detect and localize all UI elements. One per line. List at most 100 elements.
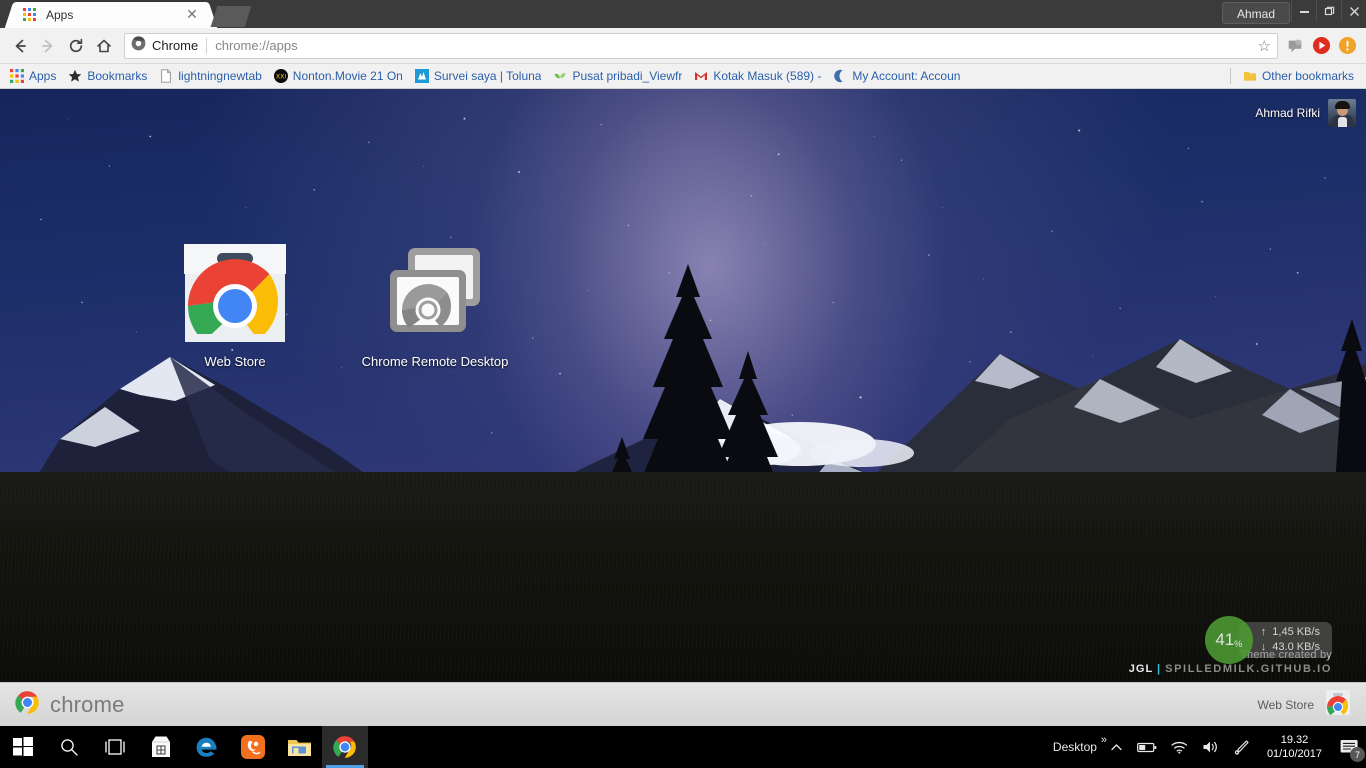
chrome-logo-icon <box>131 35 146 56</box>
app-label: Web Store <box>204 354 266 369</box>
bookmark-label: Bookmarks <box>87 69 148 83</box>
microsoft-store-icon[interactable] <box>138 726 184 768</box>
other-bookmarks-label: Other bookmarks <box>1261 69 1354 83</box>
bookmark-label: Pusat pribadi_Viewfr <box>572 69 683 83</box>
apps-grid-icon <box>22 7 38 23</box>
address-bar[interactable]: Chrome chrome://apps ☆ <box>124 32 1278 59</box>
youtube-play-icon[interactable] <box>1308 33 1334 59</box>
bookmark-label: lightningnewtab <box>178 69 262 83</box>
moon-icon <box>833 69 847 83</box>
action-center-badge: 7 <box>1350 747 1365 762</box>
desktop-label-text: Desktop <box>1052 740 1097 754</box>
omnibox-divider <box>206 37 208 54</box>
xxi-icon: XXI <box>273 69 288 83</box>
chat-bubble-icon[interactable] <box>1282 33 1308 59</box>
profile-switch-button[interactable]: Ahmad <box>1221 2 1290 24</box>
close-window-button[interactable] <box>1341 0 1366 22</box>
search-icon[interactable] <box>46 726 92 768</box>
bookmarks-bar: Apps Bookmarks lightningnewtab XXI Nonto… <box>0 64 1366 89</box>
pen-icon[interactable] <box>1227 726 1257 768</box>
show-hidden-icons-button[interactable] <box>1103 726 1130 768</box>
toluna-icon <box>414 69 429 83</box>
bookmark-apps[interactable]: Apps <box>4 66 62 87</box>
download-speed-value: 43.0 KB/s <box>1272 641 1320 653</box>
omnibox-origin-chip: Chrome <box>131 35 206 56</box>
home-button[interactable] <box>90 32 118 60</box>
bookmark-star-icon[interactable]: ☆ <box>1258 37 1271 55</box>
maximize-button[interactable] <box>1316 0 1341 22</box>
bookmark-gmail[interactable]: Kotak Masuk (589) - <box>688 66 827 87</box>
theme-background: Theme created by JGL | SPILLEDMILK.GITHU… <box>0 89 1366 682</box>
chrome-browser-window: Apps ✕ Ahmad Chrome chrome://apps ☆ Apps… <box>0 0 1366 726</box>
cpu-usage-ring[interactable]: 41% <box>1204 616 1253 664</box>
theme-author: JGL <box>1128 663 1153 675</box>
minimize-button[interactable] <box>1291 0 1316 22</box>
apps-page: Theme created by JGL | SPILLEDMILK.GITHU… <box>0 89 1366 682</box>
edge-icon[interactable] <box>184 726 230 768</box>
new-tab-button[interactable] <box>210 6 252 27</box>
network-speed-widget[interactable]: 41% ↑ 1,45 KB/s ↓ 43.0 KB/s <box>1204 616 1332 664</box>
volume-icon[interactable] <box>1195 726 1227 768</box>
download-speed-row: ↓ 43.0 KB/s <box>1261 640 1320 655</box>
cpu-usage-unit: % <box>1234 639 1243 649</box>
apps-grid-icon <box>10 69 24 83</box>
task-view-icon[interactable] <box>92 726 138 768</box>
leaf-icon <box>553 69 567 83</box>
clock-date: 01/10/2017 <box>1266 748 1322 760</box>
windows-taskbar: Desktop » 19.32 01/10/2017 7 <box>0 726 1366 768</box>
avatar[interactable] <box>1328 99 1356 127</box>
footer-web-store-link[interactable]: Web Store <box>1257 689 1352 720</box>
web-store-icon <box>176 244 294 342</box>
upload-speed-row: ↑ 1,45 KB/s <box>1261 625 1320 640</box>
action-center-button[interactable]: 7 <box>1332 726 1366 768</box>
app-tile-chrome-remote-desktop[interactable]: Chrome Remote Desktop <box>350 244 520 369</box>
back-button[interactable] <box>6 32 34 60</box>
bookmark-bookmarks[interactable]: Bookmarks <box>62 66 153 87</box>
bookmark-lightningnewtab[interactable]: lightningnewtab <box>153 66 267 87</box>
chrome-menu-alert-icon[interactable] <box>1334 33 1360 59</box>
chrome-footer-bar: chrome Web Store <box>0 682 1366 726</box>
bookmark-label: Nonton.Movie 21 On <box>292 69 403 83</box>
tab-close-button[interactable]: ✕ <box>184 7 200 23</box>
tab-title: Apps <box>46 8 74 22</box>
forward-button[interactable] <box>34 32 62 60</box>
battery-icon[interactable] <box>1130 726 1164 768</box>
app-label: Chrome Remote Desktop <box>361 354 509 369</box>
bookmark-pusat-pribadi[interactable]: Pusat pribadi_Viewfr <box>547 66 688 87</box>
chrome-remote-desktop-icon <box>376 244 494 342</box>
other-bookmarks-folder[interactable]: Other bookmarks <box>1237 66 1360 87</box>
browser-tab-apps[interactable]: Apps ✕ <box>16 2 206 28</box>
overflow-chevron-icon: » <box>1100 734 1107 746</box>
chrome-brand[interactable]: chrome <box>14 689 125 721</box>
upload-arrow-icon: ↑ <box>1260 626 1267 638</box>
tray-desktop-label[interactable]: Desktop » <box>1047 734 1107 754</box>
reload-button[interactable] <box>62 32 90 60</box>
taskbar-clock[interactable]: 19.32 01/10/2017 <box>1257 733 1332 761</box>
bookmark-label: Survei saya | Toluna <box>433 69 542 83</box>
file-explorer-icon[interactable] <box>276 726 322 768</box>
bookmark-label: Apps <box>29 69 57 83</box>
omnibox-url-text: chrome://apps <box>215 38 298 53</box>
folder-icon <box>1243 69 1257 83</box>
uc-browser-icon[interactable] <box>230 726 276 768</box>
clock-time: 19.32 <box>1280 734 1309 746</box>
profile-name: Ahmad Rifki <box>1255 106 1320 120</box>
bookmark-my-account[interactable]: My Account: Accoun <box>827 66 966 87</box>
tab-strip: Apps ✕ Ahmad <box>0 0 1366 28</box>
bookmark-nonton-movie[interactable]: XXI Nonton.Movie 21 On <box>268 66 409 87</box>
web-store-icon <box>1324 689 1352 720</box>
start-button[interactable] <box>0 726 46 768</box>
profile-chip[interactable]: Ahmad Rifki <box>1255 99 1356 127</box>
bookmark-label: Kotak Masuk (589) - <box>713 69 822 83</box>
mountain-landscape <box>0 89 1366 682</box>
svg-text:XXI: XXI <box>276 74 286 81</box>
bookmark-toluna[interactable]: Survei saya | Toluna <box>409 66 548 87</box>
bookmarks-bar-right: Other bookmarks <box>1224 66 1362 87</box>
footer-web-store-label: Web Store <box>1257 697 1314 712</box>
screen: Apps ✕ Ahmad Chrome chrome://apps ☆ Apps… <box>0 0 1366 768</box>
chrome-icon[interactable] <box>322 726 368 768</box>
app-tile-web-store[interactable]: Web Store <box>150 244 320 369</box>
gmail-icon <box>694 69 708 83</box>
system-tray: Desktop » 19.32 01/10/2017 7 <box>1047 726 1366 768</box>
wifi-icon[interactable] <box>1164 726 1195 768</box>
